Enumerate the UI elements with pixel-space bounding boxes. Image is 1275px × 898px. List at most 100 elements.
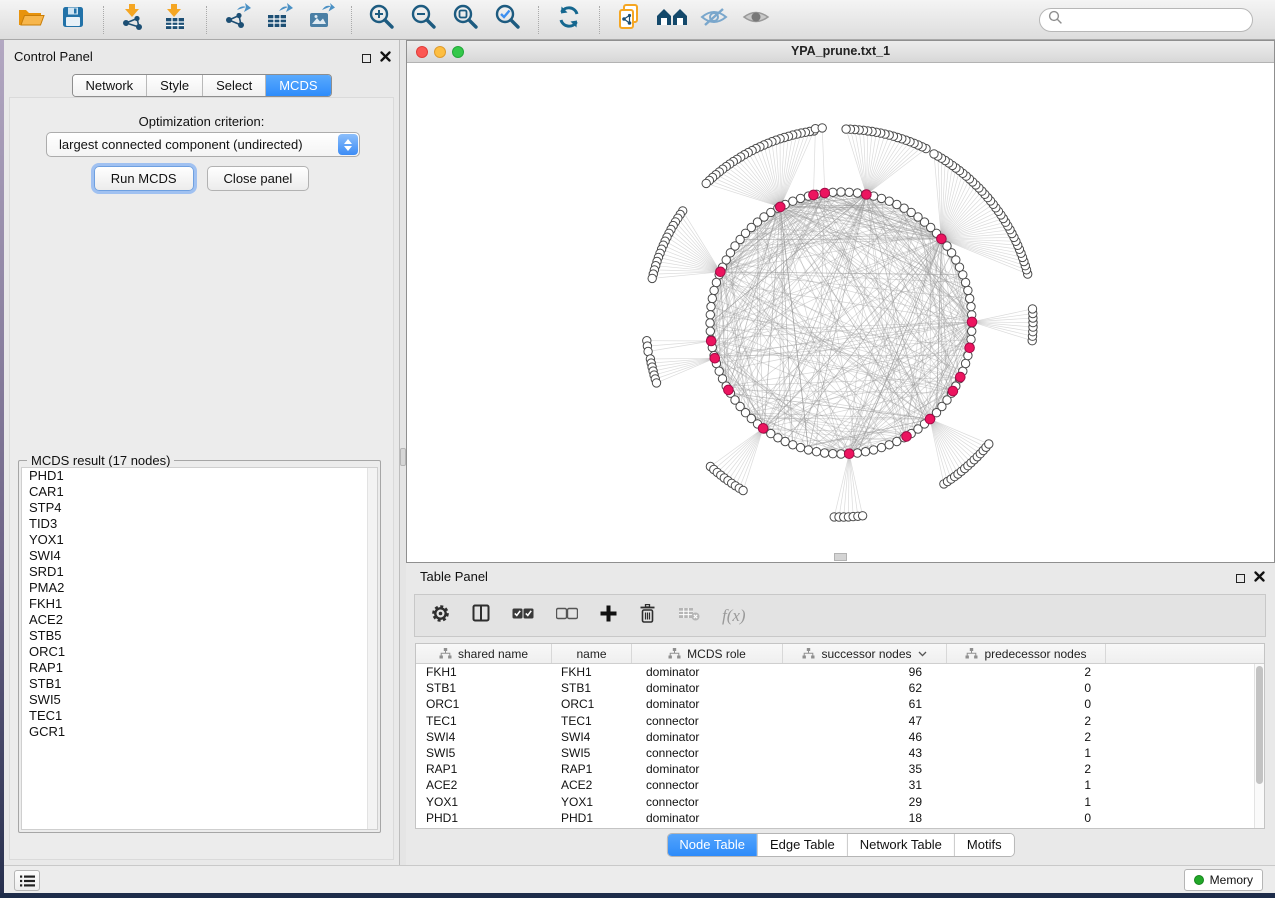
table-row[interactable]: YOX1YOX1connector291 <box>416 794 1254 810</box>
table-row[interactable]: SWI5SWI5connector431 <box>416 745 1254 761</box>
ring-node[interactable] <box>967 302 975 310</box>
ring-node[interactable] <box>961 278 969 286</box>
ring-node[interactable] <box>966 294 974 302</box>
tab-node-table[interactable]: Node Table <box>667 834 757 856</box>
tab-network[interactable]: Network <box>72 75 146 96</box>
table-row[interactable]: ORC1ORC1dominator610 <box>416 696 1254 712</box>
column-header-mcds-role[interactable]: MCDS role <box>632 644 783 663</box>
table-row[interactable]: STB1STB1dominator620 <box>416 680 1254 696</box>
ring-node[interactable] <box>853 449 861 457</box>
select-all-icon[interactable] <box>512 607 534 625</box>
tab-mcds[interactable]: MCDS <box>265 75 330 96</box>
ring-node[interactable] <box>708 294 716 302</box>
column-header-predecessor-nodes[interactable]: predecessor nodes <box>947 644 1106 663</box>
leaf-node[interactable] <box>702 179 710 187</box>
ring-node[interactable] <box>796 443 804 451</box>
ring-node[interactable] <box>877 194 885 202</box>
network-window-titlebar[interactable]: YPA_prune.txt_1 <box>407 41 1274 63</box>
mcds-hub-node[interactable] <box>965 343 975 353</box>
mcds-result-item[interactable]: RAP1 <box>22 660 377 676</box>
network-canvas[interactable] <box>407 63 1274 562</box>
mcds-hub-node[interactable] <box>706 336 716 346</box>
ring-node[interactable] <box>812 448 820 456</box>
ring-node[interactable] <box>853 189 861 197</box>
mcds-result-item[interactable]: ORC1 <box>22 644 377 660</box>
criterion-dropdown[interactable]: largest connected component (undirected) <box>46 132 360 157</box>
import-table-button[interactable] <box>159 4 193 36</box>
ring-node[interactable] <box>964 286 972 294</box>
ring-node[interactable] <box>869 446 877 454</box>
export-image-button[interactable] <box>304 4 338 36</box>
ring-node[interactable] <box>706 311 714 319</box>
save-session-button[interactable] <box>56 4 90 36</box>
ring-node[interactable] <box>710 286 718 294</box>
table-scrollbar[interactable] <box>1254 664 1264 828</box>
export-table-button[interactable] <box>262 4 296 36</box>
table-row[interactable]: SWI4SWI4dominator462 <box>416 729 1254 745</box>
ring-node[interactable] <box>706 327 714 335</box>
ring-node[interactable] <box>861 448 869 456</box>
mcds-hub-node[interactable] <box>902 432 912 442</box>
float-panel-icon[interactable] <box>1236 574 1245 583</box>
leaf-node[interactable] <box>818 124 826 132</box>
task-history-button[interactable] <box>14 870 40 891</box>
close-panel-icon[interactable] <box>1254 569 1265 587</box>
import-network-button[interactable] <box>117 4 151 36</box>
table-row[interactable]: RAP1RAP1dominator352 <box>416 761 1254 777</box>
float-panel-icon[interactable] <box>362 54 371 63</box>
apply-layout-button[interactable] <box>552 4 586 36</box>
leaf-node[interactable] <box>930 150 938 158</box>
mcds-hub-node[interactable] <box>710 353 720 363</box>
horizontal-splitter-handle[interactable] <box>834 553 847 561</box>
table-row[interactable]: FKH1FKH1dominator962 <box>416 664 1254 680</box>
search-field[interactable] <box>1039 8 1253 32</box>
mcds-result-item[interactable]: CAR1 <box>22 484 377 500</box>
memory-button[interactable]: Memory <box>1184 869 1263 891</box>
mcds-result-item[interactable]: STP4 <box>22 500 377 516</box>
hide-selected-button[interactable] <box>697 4 731 36</box>
ring-node[interactable] <box>796 194 804 202</box>
mcds-result-item[interactable]: SWI4 <box>22 548 377 564</box>
tab-select[interactable]: Select <box>202 75 265 96</box>
leaf-node[interactable] <box>648 274 656 282</box>
search-input[interactable] <box>1063 13 1244 27</box>
close-panel-icon[interactable] <box>380 49 391 67</box>
mcds-result-item[interactable]: SWI5 <box>22 692 377 708</box>
table-row[interactable]: PHD1PHD1dominator180 <box>416 810 1254 826</box>
mcds-result-item[interactable]: GCR1 <box>22 724 377 740</box>
zoom-in-button[interactable] <box>365 4 399 36</box>
show-columns-icon[interactable] <box>472 604 490 627</box>
tab-network-table[interactable]: Network Table <box>847 834 954 856</box>
ring-node[interactable] <box>967 335 975 343</box>
show-all-button[interactable] <box>739 4 773 36</box>
leaf-node[interactable] <box>1028 305 1036 313</box>
zoom-fit-button[interactable] <box>449 4 483 36</box>
tab-style[interactable]: Style <box>146 75 202 96</box>
ring-node[interactable] <box>829 450 837 458</box>
mcds-result-item[interactable]: YOX1 <box>22 532 377 548</box>
column-header-name[interactable]: name <box>552 644 632 663</box>
table-row[interactable]: ACE2ACE2connector311 <box>416 777 1254 793</box>
mcds-hub-node[interactable] <box>776 202 786 212</box>
close-panel-button[interactable]: Close panel <box>207 166 310 191</box>
table-scrollbar-thumb[interactable] <box>1256 666 1263 784</box>
mcds-hub-node[interactable] <box>948 386 958 396</box>
mcds-hub-node[interactable] <box>724 385 734 395</box>
ring-node[interactable] <box>837 188 845 196</box>
leaf-node[interactable] <box>858 512 866 520</box>
mcds-result-item[interactable]: SRD1 <box>22 564 377 580</box>
zoom-selected-button[interactable] <box>491 4 525 36</box>
ring-node[interactable] <box>706 319 714 327</box>
add-column-icon[interactable] <box>600 605 617 627</box>
ring-node[interactable] <box>712 278 720 286</box>
mcds-result-item[interactable]: ACE2 <box>22 612 377 628</box>
ring-node[interactable] <box>968 327 976 335</box>
ring-node[interactable] <box>707 302 715 310</box>
column-header-successor-nodes[interactable]: successor nodes <box>783 644 947 663</box>
ring-node[interactable] <box>789 441 797 449</box>
deselect-all-icon[interactable] <box>556 607 578 625</box>
ring-node[interactable] <box>877 443 885 451</box>
leaf-node[interactable] <box>652 379 660 387</box>
leaf-node[interactable] <box>985 440 993 448</box>
mcds-result-item[interactable]: STB1 <box>22 676 377 692</box>
